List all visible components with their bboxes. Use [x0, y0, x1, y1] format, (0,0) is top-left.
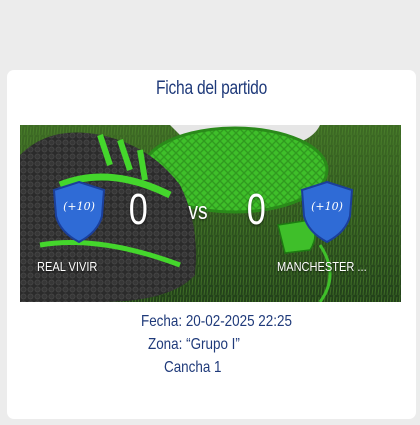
home-badge-text: (+10) [63, 200, 95, 213]
card-title: Ficha del partido [155, 78, 268, 99]
away-score: 0 [246, 185, 266, 234]
match-zone: Zona: “Grupo I” [148, 336, 240, 353]
match-court: Cancha 1 [164, 359, 222, 376]
home-team-badge-icon: (+10) [52, 180, 106, 244]
vs-separator: vs [188, 198, 208, 225]
home-team-name[interactable]: REAL VIVIR [37, 259, 97, 274]
match-date: Fecha: 20-02-2025 22:25 [141, 313, 292, 330]
match-banner: (+10) 0 vs 0 (+10) REAL VIVIR MANCHESTER… [20, 125, 401, 302]
away-team-badge-icon: (+10) [300, 180, 354, 244]
away-team-name[interactable]: MANCHESTER ... [277, 259, 367, 274]
match-card: Ficha del partido (+10) 0 vs 0 (+10) REA… [7, 70, 416, 419]
away-badge-text: (+10) [311, 200, 343, 213]
home-score: 0 [128, 185, 148, 234]
